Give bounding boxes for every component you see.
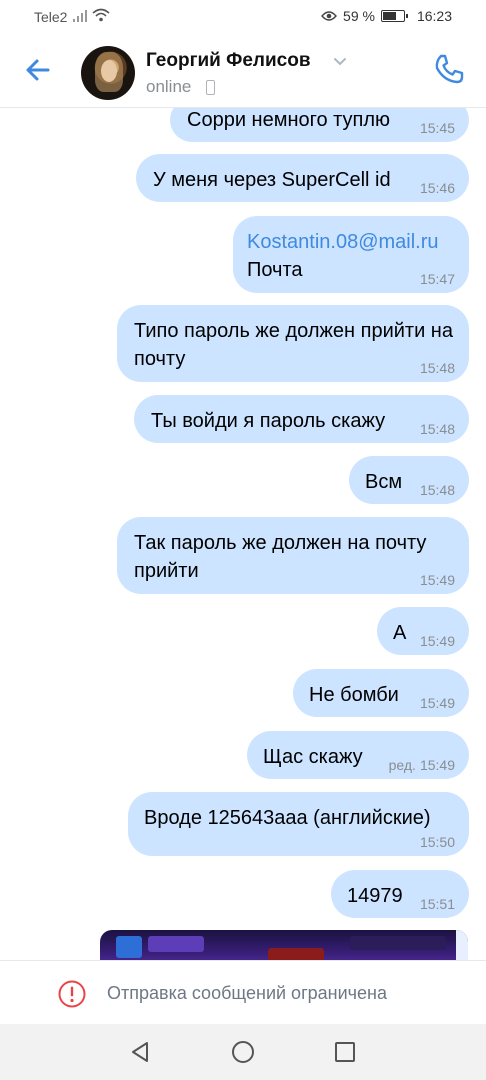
message-time: 15:45 [419, 120, 455, 136]
eye-icon [321, 11, 337, 21]
message-bubble[interactable]: Всм 15:48 [349, 456, 469, 504]
message-time: 15:49 [419, 633, 455, 649]
message-bubble[interactable]: Вроде 125643ааа (английские) 15:50 [128, 792, 469, 856]
message-bubble[interactable]: Kostantin.08@mail.ru Почта 15:47 [233, 216, 469, 293]
chevron-down-icon[interactable] [333, 56, 347, 66]
game-hud-avatar [116, 936, 142, 958]
message-email-link[interactable]: Kostantin.08@mail.ru [247, 228, 469, 256]
message-list[interactable]: Сорри немного туплю 15:45 У меня через S… [0, 108, 486, 960]
mobile-device-icon [206, 80, 215, 95]
message-time: 15:49 [419, 572, 455, 588]
message-time: 15:49 [419, 695, 455, 711]
message-bubble[interactable]: Не бомби 15:49 [293, 669, 469, 717]
message-bubble[interactable]: Так пароль же должен на почту прийти 15:… [117, 517, 469, 594]
game-hud-trophies [148, 936, 204, 952]
clock: 16:23 [416, 8, 452, 24]
nav-recents-icon[interactable] [334, 1041, 356, 1063]
message-bubble[interactable]: Ты войди я пароль скажу 15:48 [134, 395, 469, 443]
message-text: Вроде 125643ааа (английские) [144, 807, 431, 829]
warning-icon [58, 980, 86, 1008]
message-time-edited: ред. 15:49 [389, 757, 455, 773]
chat-header: Георгий Фелисов online [0, 34, 486, 108]
battery-percent: 59 % [343, 8, 375, 24]
game-hud-strip [456, 930, 468, 960]
game-hud-currency [350, 936, 446, 950]
status-right: 59 % 16:23 [321, 8, 452, 24]
game-hud-badge [268, 948, 324, 960]
image-attachment[interactable] [100, 930, 468, 960]
system-nav-bar [0, 1024, 486, 1080]
status-bar: Tele2 59 % 16:23 [0, 0, 486, 34]
battery-icon [380, 10, 408, 22]
message-bubble[interactable]: Типо пароль же должен прийти на почту 15… [117, 305, 469, 382]
message-time: 15:46 [419, 180, 455, 196]
message-bubble[interactable]: Щас скажу ред. 15:49 [247, 731, 469, 779]
message-text: Типо пароль же должен прийти на почту [134, 320, 453, 370]
contact-name[interactable]: Георгий Фелисов [146, 50, 311, 72]
edited-label: ред. [388, 757, 416, 773]
nav-back-icon[interactable] [128, 1040, 152, 1064]
contact-status: online [146, 77, 192, 96]
message-time: 15:48 [419, 482, 455, 498]
message-text: Так пароль же должен на почту прийти [134, 532, 427, 582]
restricted-text: Отправка сообщений ограничена [107, 983, 387, 1003]
message-time: 15:48 [419, 421, 455, 437]
signal-icon [73, 10, 87, 22]
avatar[interactable] [81, 46, 135, 100]
message-time: 15:47 [419, 271, 455, 287]
message-time: 15:49 [419, 757, 455, 773]
phone-icon[interactable] [432, 52, 466, 86]
message-bubble[interactable]: 14979 15:51 [331, 870, 469, 918]
nav-home-icon[interactable] [231, 1040, 255, 1064]
message-time: 15:48 [419, 360, 455, 376]
message-bubble[interactable]: Сорри немного туплю 15:45 [170, 108, 469, 142]
restricted-notice: Отправка сообщений ограничена [0, 960, 486, 1024]
back-arrow-icon[interactable] [22, 54, 54, 86]
message-bubble[interactable]: А 15:49 [377, 607, 469, 655]
message-bubble[interactable]: У меня через SuperCell id 15:46 [136, 154, 469, 202]
message-time: 15:50 [419, 834, 455, 850]
message-time: 15:51 [419, 896, 455, 912]
wifi-icon [92, 8, 110, 22]
carrier-label: Tele2 [34, 9, 68, 25]
